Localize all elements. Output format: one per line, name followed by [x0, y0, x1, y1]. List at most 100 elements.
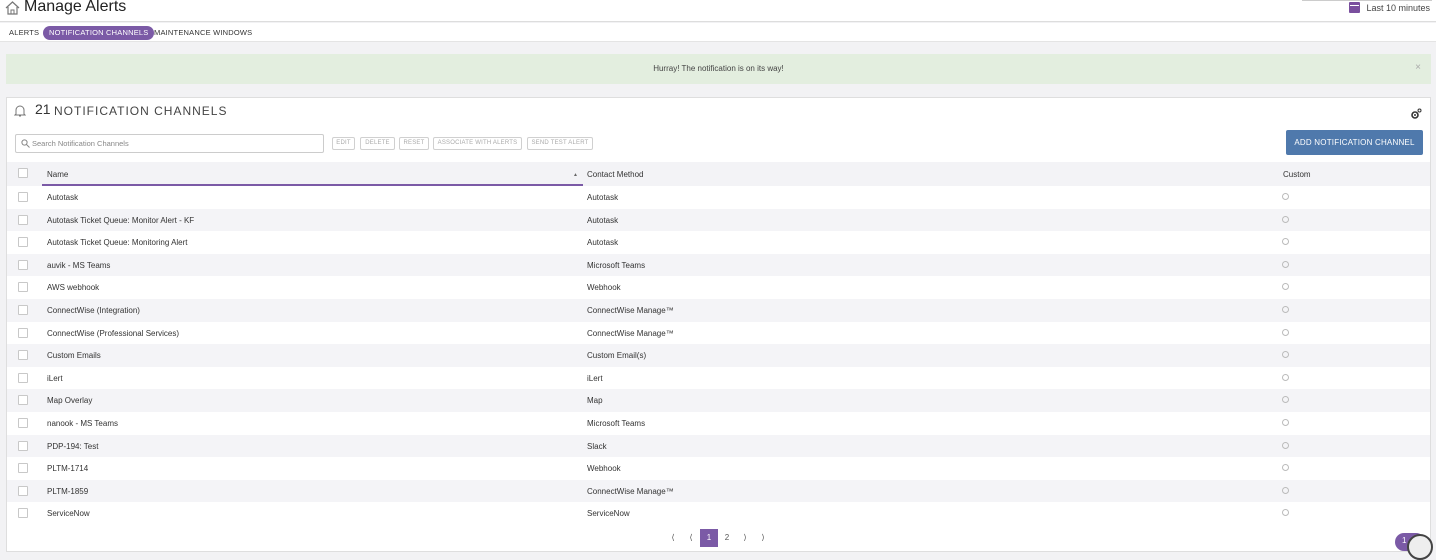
previous-page-button[interactable]: ⟨: [682, 529, 700, 547]
channel-name[interactable]: PDP-194: Test: [47, 442, 98, 451]
table-row[interactable]: Custom Emails Custom Email(s): [7, 344, 1430, 367]
custom-indicator-icon: [1282, 328, 1289, 336]
custom-indicator-icon: [1282, 418, 1289, 426]
first-page-button[interactable]: ⟨: [664, 529, 682, 547]
column-header-contact-method[interactable]: Contact Method: [587, 170, 643, 179]
table-row[interactable]: Map Overlay Map: [7, 389, 1430, 412]
home-icon[interactable]: [5, 1, 20, 15]
channel-name[interactable]: PLTM-1714: [47, 464, 88, 473]
channel-name[interactable]: nanook - MS Teams: [47, 419, 118, 428]
page-title: Manage Alerts: [24, 0, 127, 15]
channel-name[interactable]: iLert: [47, 374, 63, 383]
page-2-button[interactable]: 2: [718, 529, 736, 547]
reset-button[interactable]: RESET: [399, 137, 429, 150]
table-row[interactable]: AWS webhook Webhook: [7, 276, 1430, 299]
time-range-label: Last 10 minutes: [1366, 2, 1430, 13]
panel-title: NOTIFICATION CHANNELS: [54, 104, 228, 118]
search-icon: [21, 139, 30, 148]
channel-count: 21: [35, 101, 51, 117]
tab-alerts[interactable]: ALERTS: [9, 26, 39, 40]
search-input[interactable]: [32, 137, 317, 150]
table-row[interactable]: ConnectWise (Integration) ConnectWise Man…: [7, 298, 1430, 322]
sort-ascending-icon[interactable]: ▲: [573, 172, 578, 178]
table-row[interactable]: nanook - MS Teams Microsoft Teams: [7, 412, 1430, 435]
next-page-button[interactable]: ⟩: [736, 529, 754, 547]
time-range-picker[interactable]: Last 10 minutes: [1349, 2, 1430, 13]
table-row[interactable]: PLTM-1859 ConnectWise Manage™: [7, 479, 1430, 503]
contact-method: ConnectWise Manage™: [587, 328, 674, 338]
associate-with-alerts-button[interactable]: ASSOCIATE WITH ALERTS: [433, 137, 522, 150]
row-checkbox[interactable]: [18, 508, 28, 519]
row-checkbox[interactable]: [18, 372, 28, 383]
row-checkbox[interactable]: [18, 463, 28, 474]
channel-name[interactable]: Custom Emails: [47, 351, 101, 360]
row-checkbox[interactable]: [18, 304, 28, 315]
table-row[interactable]: ServiceNow ServiceNow: [7, 502, 1430, 525]
success-banner: Hurray! The notification is on its way! …: [6, 54, 1431, 84]
close-icon[interactable]: ×: [1415, 62, 1421, 73]
custom-indicator-icon: [1282, 193, 1289, 200]
channel-name[interactable]: ConnectWise (Integration): [47, 306, 140, 315]
channel-name[interactable]: Map Overlay: [47, 396, 92, 405]
row-checkbox[interactable]: [18, 395, 28, 406]
top-bar: Manage Alerts Last 10 minutes: [0, 0, 1436, 22]
search-field[interactable]: [15, 134, 324, 153]
row-checkbox[interactable]: [18, 417, 28, 428]
tab-maintenance-windows[interactable]: MAINTENANCE WINDOWS: [154, 26, 252, 40]
last-page-button[interactable]: ⟩: [754, 529, 772, 547]
custom-indicator-icon: [1282, 464, 1289, 472]
contact-method: ServiceNow: [587, 509, 630, 519]
row-checkbox[interactable]: [18, 192, 28, 202]
table-row[interactable]: iLert iLert: [7, 367, 1430, 390]
table-row[interactable]: Autotask Ticket Queue: Monitor Alert - K…: [7, 208, 1430, 232]
custom-indicator-icon: [1282, 351, 1289, 359]
table-body: Autotask Autotask Autotask Ticket Queue: M…: [7, 186, 1430, 525]
table-row[interactable]: ConnectWise (Professional Services) Conne…: [7, 322, 1430, 345]
notification-channels-panel: 21 NOTIFICATION CHANNELS EDIT DELETE RES…: [6, 97, 1431, 552]
custom-indicator-icon: [1282, 283, 1289, 291]
channel-name[interactable]: ServiceNow: [47, 509, 90, 518]
channel-name[interactable]: AWS webhook: [47, 283, 99, 292]
edit-button[interactable]: EDIT: [332, 137, 355, 150]
contact-method: Autotask: [587, 215, 619, 225]
custom-indicator-icon: [1282, 509, 1289, 517]
table-row[interactable]: auvik - MS Teams Microsoft Teams: [7, 253, 1430, 277]
channel-name[interactable]: ConnectWise (Professional Services): [47, 329, 179, 338]
channel-name[interactable]: PLTM-1859: [47, 487, 88, 496]
custom-indicator-icon: [1282, 396, 1289, 404]
table-row[interactable]: Autotask Autotask: [7, 186, 1430, 209]
select-all-checkbox[interactable]: [18, 168, 28, 178]
row-checkbox[interactable]: [18, 259, 28, 270]
row-checkbox[interactable]: [18, 282, 28, 293]
contact-method: ConnectWise Manage™: [587, 486, 674, 496]
channel-name[interactable]: Autotask Ticket Queue: Monitoring Alert: [47, 238, 188, 247]
table-row[interactable]: PDP-194: Test Slack: [7, 434, 1430, 458]
gear-icon[interactable]: [1410, 108, 1422, 120]
channel-name[interactable]: Autotask Ticket Queue: Monitor Alert - K…: [47, 216, 194, 225]
contact-method: Webhook: [587, 464, 621, 474]
add-notification-channel-button[interactable]: ADD NOTIFICATION CHANNEL: [1286, 130, 1423, 155]
page-1-button[interactable]: 1: [700, 529, 718, 547]
row-checkbox[interactable]: [18, 350, 28, 361]
column-header-name[interactable]: Name: [47, 170, 68, 179]
row-checkbox[interactable]: [18, 440, 28, 451]
chat-icon[interactable]: [1407, 534, 1433, 560]
contact-method: Autotask: [587, 238, 619, 248]
table-row[interactable]: Autotask Ticket Queue: Monitoring Alert A…: [7, 231, 1430, 254]
tab-notification-channels[interactable]: NOTIFICATION CHANNELS: [43, 26, 155, 40]
row-checkbox[interactable]: [18, 237, 28, 248]
delete-button[interactable]: DELETE: [360, 137, 395, 150]
banner-message: Hurray! The notification is on its way!: [653, 64, 784, 73]
row-checkbox[interactable]: [18, 214, 28, 225]
contact-method: ConnectWise Manage™: [587, 305, 674, 315]
channel-name[interactable]: Autotask: [47, 193, 78, 202]
divider: [1302, 0, 1432, 1]
row-checkbox[interactable]: [18, 327, 28, 338]
contact-method: Microsoft Teams: [587, 418, 646, 428]
calendar-icon: [1349, 2, 1361, 13]
table-row[interactable]: PLTM-1714 Webhook: [7, 457, 1430, 480]
column-header-custom[interactable]: Custom: [1283, 170, 1311, 179]
row-checkbox[interactable]: [18, 485, 28, 496]
channel-name[interactable]: auvik - MS Teams: [47, 261, 110, 270]
send-test-alert-button[interactable]: SEND TEST ALERT: [527, 137, 593, 150]
